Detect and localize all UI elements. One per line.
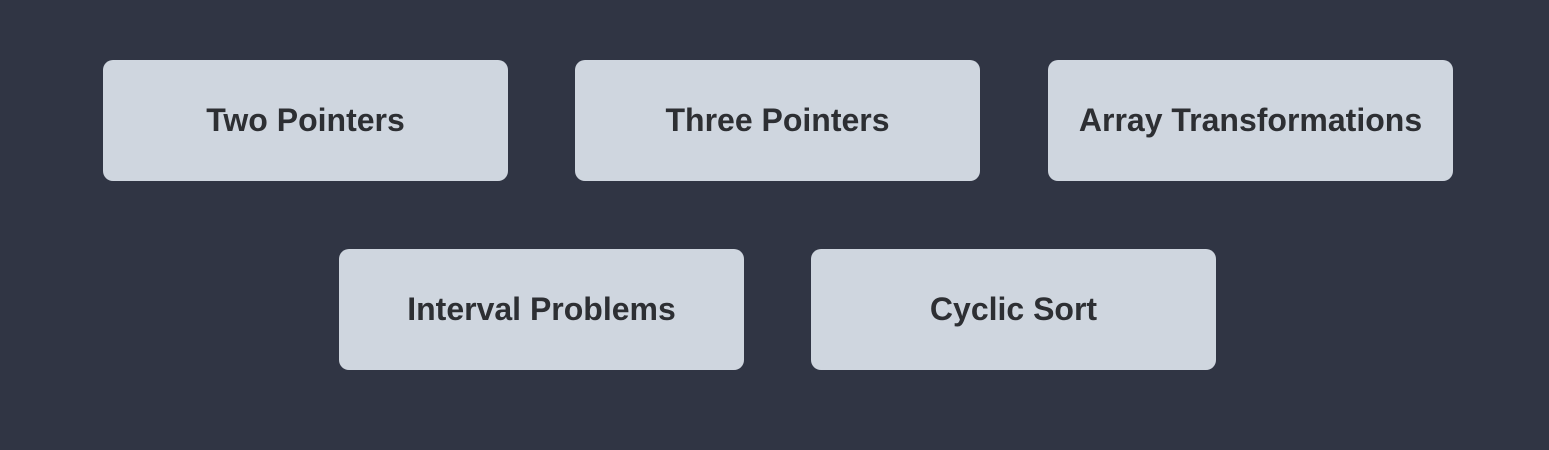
topic-card-interval-problems[interactable]: Interval Problems — [339, 249, 744, 370]
topic-label: Array Transformations — [1078, 102, 1423, 138]
topic-selector-screen: Two Pointers Three Pointers Array Transf… — [0, 0, 1549, 450]
topic-card-three-pointers[interactable]: Three Pointers — [575, 60, 980, 181]
topic-label: Three Pointers — [665, 102, 890, 138]
topic-card-grid: Two Pointers Three Pointers Array Transf… — [0, 0, 1549, 450]
topic-label: Two Pointers — [206, 102, 405, 138]
topic-card-cyclic-sort[interactable]: Cyclic Sort — [811, 249, 1216, 370]
topic-label: Cyclic Sort — [929, 291, 1098, 327]
topic-card-array-transformations[interactable]: Array Transformations — [1048, 60, 1453, 181]
topic-card-two-pointers[interactable]: Two Pointers — [103, 60, 508, 181]
topic-label: Interval Problems — [407, 291, 676, 327]
